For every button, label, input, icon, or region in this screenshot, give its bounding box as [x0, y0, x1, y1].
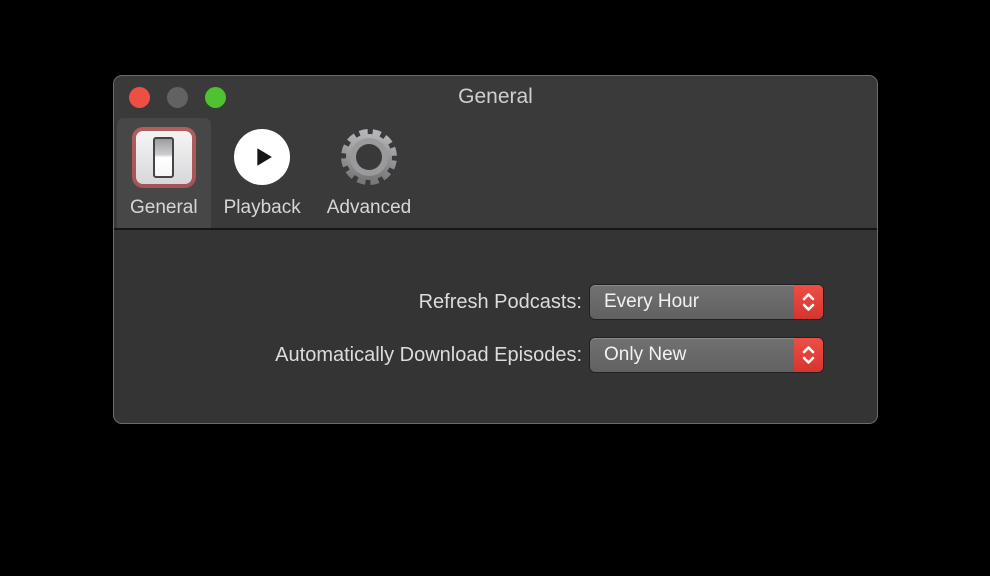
refresh-podcasts-dropdown[interactable]: Every Hour	[590, 285, 823, 319]
auto-download-dropdown[interactable]: Only New	[590, 338, 823, 372]
switch-icon	[132, 126, 196, 188]
play-icon	[234, 126, 290, 188]
tab-advanced[interactable]: Advanced	[314, 118, 425, 228]
refresh-podcasts-row: Refresh Podcasts: Every Hour	[114, 285, 823, 319]
preferences-toolbar: General Playback	[114, 118, 877, 230]
refresh-podcasts-label: Refresh Podcasts:	[419, 291, 582, 314]
tab-playback-label: Playback	[224, 197, 301, 218]
titlebar: General	[114, 76, 877, 118]
refresh-podcasts-value: Every Hour	[590, 285, 794, 319]
stepper-arrows-icon	[794, 285, 823, 319]
minimize-button[interactable]	[167, 87, 188, 108]
tab-playback[interactable]: Playback	[211, 118, 314, 228]
zoom-button[interactable]	[205, 87, 226, 108]
general-pane: Refresh Podcasts: Every Hour Automatical…	[114, 230, 877, 372]
stepper-arrows-icon	[794, 338, 823, 372]
tab-general-label: General	[130, 197, 198, 218]
gear-icon	[337, 126, 401, 188]
close-button[interactable]	[129, 87, 150, 108]
auto-download-value: Only New	[590, 338, 794, 372]
auto-download-label: Automatically Download Episodes:	[275, 344, 582, 367]
tab-general[interactable]: General	[117, 118, 211, 228]
auto-download-row: Automatically Download Episodes: Only Ne…	[114, 338, 823, 372]
preferences-window: General General Playback	[113, 75, 878, 424]
window-title: General	[114, 85, 877, 109]
tab-advanced-label: Advanced	[327, 197, 412, 218]
